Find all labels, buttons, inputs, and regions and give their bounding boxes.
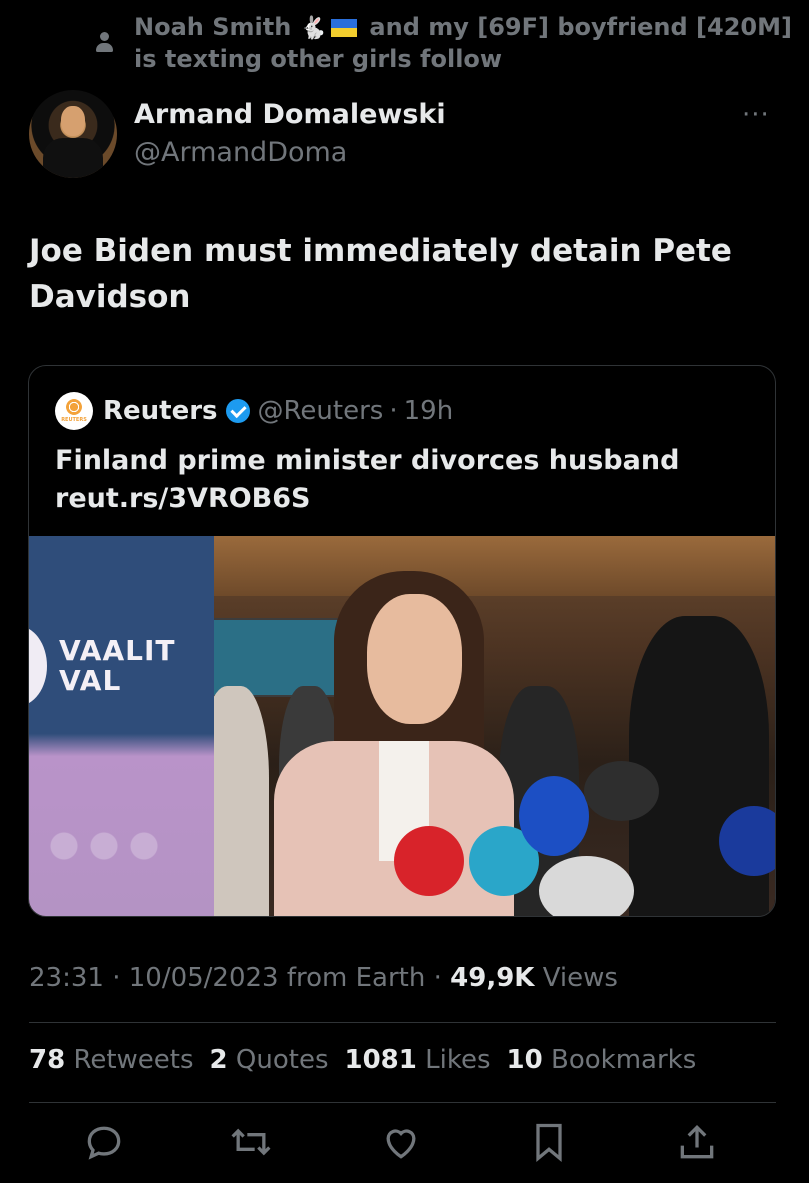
reply-icon[interactable]: [82, 1120, 132, 1170]
quotes-stat[interactable]: 2 Quotes: [210, 1045, 329, 1075]
election-banner: VAALIT VAL: [29, 536, 214, 916]
social-context-text[interactable]: Noah Smith 🐇 and my [69F] boyfriend [420…: [134, 12, 792, 75]
quoted-link[interactable]: reut.rs/3VROB6S: [55, 480, 755, 518]
quoted-time: 19h: [403, 396, 454, 426]
divider: [29, 1022, 776, 1023]
tweet-text: Joe Biden must immediately detain Pete D…: [29, 233, 732, 315]
share-icon[interactable]: [675, 1120, 725, 1170]
retweets-stat[interactable]: 78 Retweets: [29, 1045, 194, 1075]
quoted-tweet-header: REUTERS Reuters @Reuters · 19h: [55, 392, 453, 430]
author-info[interactable]: Armand Domalewski @ArmandDoma: [134, 96, 446, 172]
microphone: [519, 776, 589, 856]
quoted-tweet-text: Finland prime minister divorces husband …: [55, 442, 755, 518]
social-context: Noah Smith 🐇 and my [69F] boyfriend [420…: [92, 12, 792, 75]
banner-text-2: VAL: [59, 664, 122, 697]
tweet-source: from Earth: [286, 963, 426, 993]
tweet-time[interactable]: 23:31: [29, 963, 104, 993]
bookmark-icon[interactable]: [527, 1120, 577, 1170]
ukraine-flag-icon: [331, 19, 358, 37]
tweet-meta: 23:31 · 10/05/2023 from Earth · 49,9K Vi…: [29, 963, 618, 993]
quoted-author-name: Reuters: [103, 396, 218, 426]
microphone: [584, 761, 659, 821]
microphone: [539, 856, 634, 916]
reuters-logo: REUTERS: [55, 392, 93, 430]
quoted-text-line1: Finland prime minister divorces husband: [55, 445, 680, 476]
verified-icon: [225, 399, 250, 423]
views-count: 49,9K: [450, 963, 535, 993]
author-handle[interactable]: @ArmandDoma: [134, 134, 446, 172]
quoted-photo[interactable]: VAALIT VAL: [29, 536, 775, 916]
context-name[interactable]: Noah Smith: [134, 13, 291, 41]
quoted-author-handle: @Reuters: [257, 396, 384, 426]
more-icon[interactable]: ···: [742, 100, 770, 130]
context-rest: and my [69F] boyfriend [420M]: [369, 13, 792, 41]
retweet-icon[interactable]: [229, 1120, 279, 1170]
likes-stat[interactable]: 1081 Likes: [345, 1045, 491, 1075]
quoted-tweet[interactable]: REUTERS Reuters @Reuters · 19h Finland p…: [28, 365, 776, 917]
context-line2: is texting other girls follow: [134, 45, 503, 73]
action-bar: [29, 1120, 776, 1170]
author-name[interactable]: Armand Domalewski: [134, 96, 446, 134]
like-icon[interactable]: [379, 1120, 429, 1170]
banner-text-1: VAALIT: [59, 634, 176, 667]
tweet-stats: 78 Retweets 2 Quotes 1081 Likes 10 Bookm…: [29, 1045, 696, 1075]
divider: [29, 1102, 776, 1103]
avatar[interactable]: [29, 90, 117, 178]
background-screen: [194, 618, 348, 697]
person-icon: [92, 18, 120, 58]
bookmarks-stat[interactable]: 10 Bookmarks: [507, 1045, 697, 1075]
views-label: Views: [542, 963, 618, 993]
tweet-date[interactable]: 10/05/2023: [129, 963, 279, 993]
microphone: [394, 826, 464, 896]
separator: ·: [389, 396, 398, 426]
rabbit-icon: 🐇: [299, 16, 328, 41]
